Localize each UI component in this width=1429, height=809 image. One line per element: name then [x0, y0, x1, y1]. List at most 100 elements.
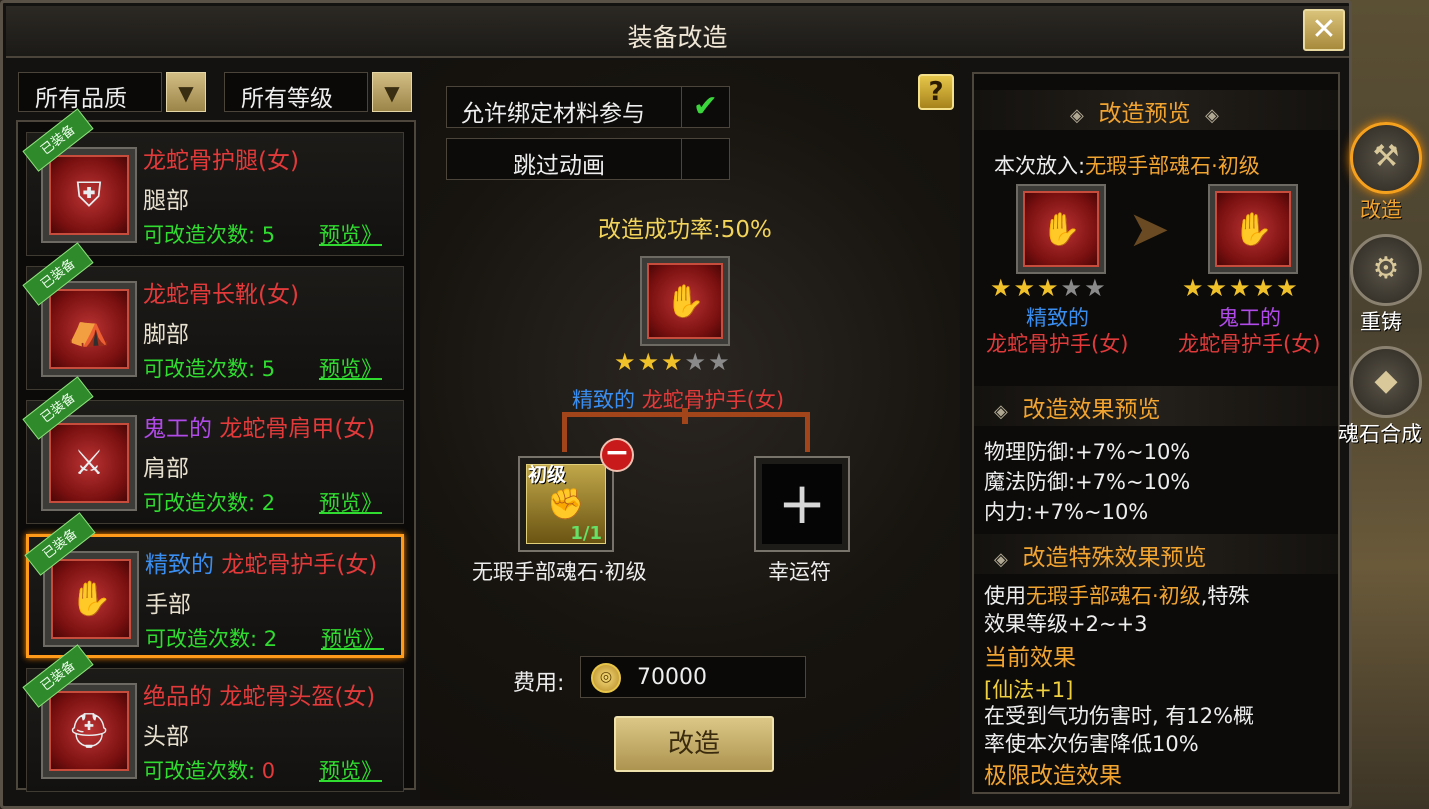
- current-effect-label: 当前效果: [984, 645, 1076, 671]
- window-title: 装备改造: [627, 23, 728, 52]
- gauntlet-icon: ✋: [1215, 191, 1291, 267]
- item-icon-frame: ✋: [43, 551, 139, 647]
- effect-line: 魔法防御:+7%~10%: [984, 470, 1191, 494]
- modify-tab-label[interactable]: 改造: [1360, 194, 1402, 224]
- item-slot: 腿部: [143, 188, 189, 214]
- equipment-list-item[interactable]: ⛺ 已装备 龙蛇骨长靴(女) 脚部 可改造次数: 5 预览》: [22, 242, 404, 390]
- level-dropdown-icon[interactable]: ▼: [372, 72, 412, 112]
- soulstone-tab-icon[interactable]: ◆: [1350, 346, 1422, 418]
- star-icon: ★: [684, 348, 709, 376]
- equipment-list-item[interactable]: ✋ 已装备 精致的 龙蛇骨护手(女) 手部 可改造次数: 2 预览》: [24, 512, 404, 658]
- help-button[interactable]: ?: [918, 74, 954, 110]
- star-icon: ★: [1276, 274, 1300, 302]
- skip-animation-checkbox[interactable]: [681, 139, 729, 179]
- modify-count: 可改造次数: 2: [143, 491, 276, 515]
- before-item-slot[interactable]: ✋: [1016, 184, 1106, 274]
- allow-bound-material-row[interactable]: 允许绑定材料参与 ✔: [446, 86, 730, 128]
- preview-link[interactable]: 预览》: [319, 487, 382, 517]
- after-name: 龙蛇骨护手(女): [1178, 332, 1321, 356]
- effect-line: 物理防御:+7%~10%: [984, 440, 1191, 464]
- preview-link[interactable]: 预览》: [319, 353, 382, 383]
- allow-bound-label: 允许绑定材料参与: [461, 101, 645, 127]
- star-icon: ★: [1229, 274, 1253, 302]
- equipment-list-item[interactable]: ⛨ 已装备 龙蛇骨护腿(女) 腿部 可改造次数: 5 预览》: [22, 108, 404, 256]
- star-icon: ★: [990, 274, 1014, 302]
- modify-count: 可改造次数: 5: [143, 357, 276, 381]
- preview-header: ◈ 改造预览 ◈: [974, 90, 1338, 130]
- star-icon: ★: [1252, 274, 1277, 302]
- recast-tab-label[interactable]: 重铸: [1360, 306, 1402, 336]
- arrow-icon: ➤: [1128, 200, 1170, 258]
- target-item-name: 精致的 龙蛇骨护手(女): [572, 388, 785, 412]
- effect-line: 内力:+7%~10%: [984, 500, 1149, 524]
- effect-header: ◈ 改造效果预览: [974, 386, 1338, 426]
- star-icon: ★: [1205, 274, 1230, 302]
- cost-value: 70000: [637, 665, 707, 690]
- after-item-slot[interactable]: ✋: [1208, 184, 1298, 274]
- modify-count: 可改造次数: 2: [145, 627, 278, 651]
- shoulder-armor-icon: ⚔: [49, 423, 129, 503]
- star-icon: ★: [1013, 274, 1038, 302]
- preview-link[interactable]: 预览》: [321, 623, 384, 653]
- star-icon: ★: [1060, 274, 1085, 302]
- cost-label: 费用:: [513, 671, 565, 696]
- before-stars: ★★★★★: [990, 274, 1108, 302]
- effect-desc-2: 率使本次伤害降低10%: [984, 732, 1199, 756]
- recast-tab-icon[interactable]: ⚙: [1350, 234, 1422, 306]
- soul-stone-label: 无瑕手部魂石·初级: [472, 560, 647, 584]
- item-slot: 肩部: [143, 456, 189, 482]
- leg-armor-icon: ⛨: [49, 155, 129, 235]
- skip-animation-row[interactable]: 跳过动画: [446, 138, 730, 180]
- star-icon: ★: [1182, 274, 1206, 302]
- before-name: 龙蛇骨护手(女): [986, 332, 1129, 356]
- equipment-list-item[interactable]: ⚔ 已装备 鬼工的 龙蛇骨肩甲(女) 肩部 可改造次数: 2 预览》: [22, 376, 404, 524]
- item-icon-frame: ⛑: [41, 683, 137, 779]
- plus-icon: +: [762, 464, 842, 544]
- soul-stone-slot[interactable]: ✊ 初级 1/1: [518, 456, 614, 552]
- target-equipment-slot[interactable]: ✋: [640, 256, 730, 346]
- boots-icon: ⛺: [49, 289, 129, 369]
- after-stars: ★★★★★: [1182, 274, 1300, 302]
- allow-bound-checkbox[interactable]: ✔: [681, 87, 729, 127]
- helmet-icon: ⛑: [49, 691, 129, 771]
- equipment-list-item[interactable]: ⛑ 已装备 绝品的 龙蛇骨头盔(女) 头部 可改造次数: 0 预览》: [22, 644, 404, 792]
- item-slot: 头部: [143, 724, 189, 750]
- special-line-2: 效果等级+2~+3: [984, 612, 1148, 636]
- star-icon: ★: [637, 348, 662, 376]
- item-icon-frame: ⛨: [41, 147, 137, 243]
- preview-panel: ◈ 改造预览 ◈ 本次放入:无瑕手部魂石·初级 ✋ ★★★★★ 精致的 龙蛇骨护…: [972, 72, 1340, 794]
- item-slot: 手部: [145, 592, 191, 618]
- gauntlet-icon: ✋: [51, 559, 131, 639]
- star-icon: ★: [708, 348, 732, 376]
- item-icon-frame: ⛺: [41, 281, 137, 377]
- item-name: 龙蛇骨长靴(女): [143, 282, 299, 308]
- preview-link[interactable]: 预览》: [319, 755, 382, 785]
- star-icon: ★: [661, 348, 685, 376]
- coin-icon: ◎: [591, 663, 621, 693]
- preview-link[interactable]: 预览》: [319, 219, 382, 249]
- level-filter[interactable]: 所有等级: [224, 72, 368, 112]
- close-button[interactable]: ✕: [1303, 9, 1345, 51]
- modify-tab-icon[interactable]: ⚒: [1350, 122, 1422, 194]
- success-rate: 改造成功率:50%: [598, 217, 772, 243]
- special-effect-header: ◈ 改造特殊效果预览: [974, 534, 1338, 574]
- item-icon-frame: ⚔: [41, 415, 137, 511]
- special-line-1: 使用无瑕手部魂石·初级,特殊: [984, 584, 1250, 608]
- item-name: 精致的 龙蛇骨护手(女): [145, 552, 378, 578]
- item-slot: 脚部: [143, 322, 189, 348]
- modify-button[interactable]: 改造: [614, 716, 774, 772]
- lucky-charm-slot[interactable]: +: [754, 456, 850, 552]
- quality-filter[interactable]: 所有品质: [18, 72, 162, 112]
- item-name: 绝品的 龙蛇骨头盔(女): [143, 684, 376, 710]
- star-icon: ★: [1037, 274, 1061, 302]
- item-name: 鬼工的 龙蛇骨肩甲(女): [143, 416, 376, 442]
- soulstone-tab-label[interactable]: 魂石合成: [1338, 418, 1422, 448]
- star-icon: ★: [614, 348, 638, 376]
- remove-material-button[interactable]: −: [600, 438, 634, 472]
- gauntlet-icon: ✋: [1023, 191, 1099, 267]
- skip-animation-label: 跳过动画: [513, 153, 605, 179]
- gauntlet-icon: ✋: [647, 263, 723, 339]
- item-name: 龙蛇骨护腿(女): [143, 148, 299, 174]
- quality-dropdown-icon[interactable]: ▼: [166, 72, 206, 112]
- effect-desc-1: 在受到气功伤害时, 有12%概: [984, 704, 1255, 728]
